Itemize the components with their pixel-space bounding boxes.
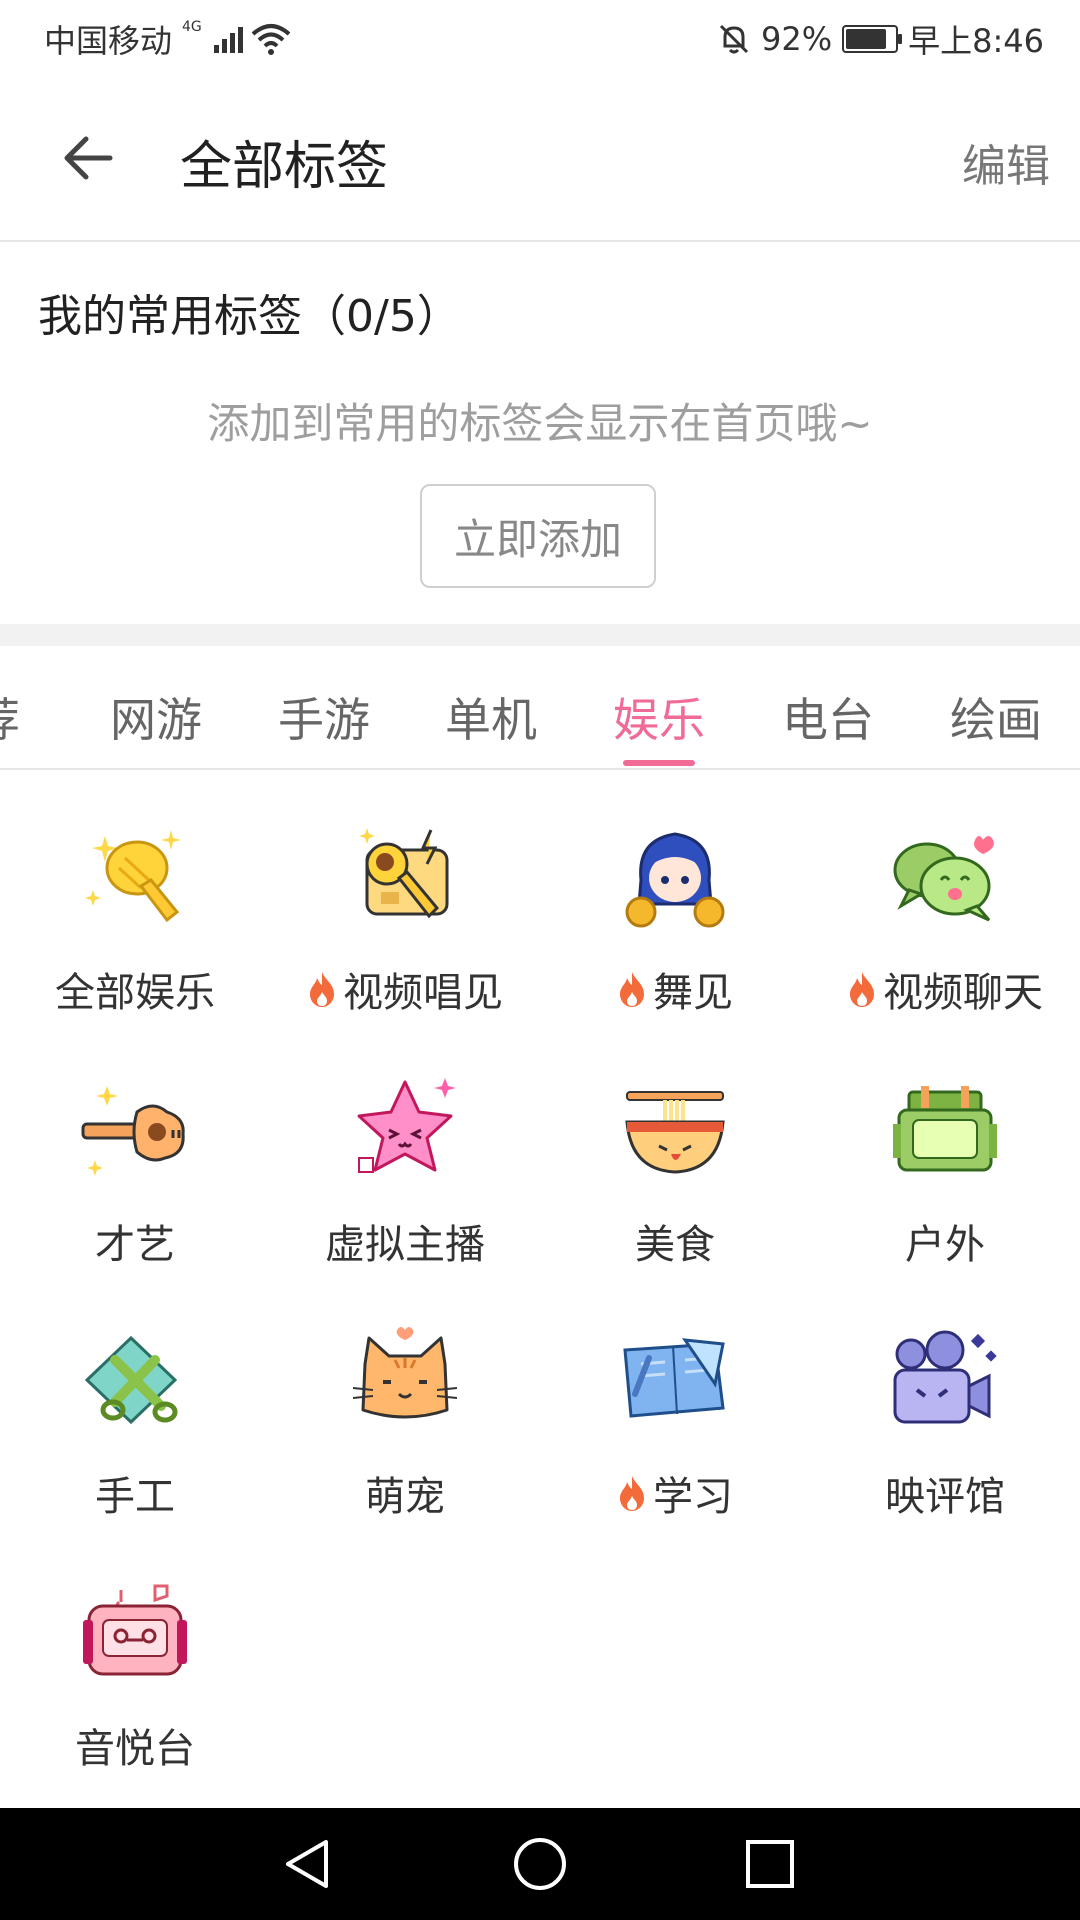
tag-talent[interactable]: 才艺 <box>0 1022 270 1274</box>
section-divider <box>0 624 1080 646</box>
tab-radio[interactable]: 电台 <box>782 684 874 750</box>
microphone-screen-icon <box>359 828 449 919</box>
tag-label: 映评馆 <box>885 1474 1005 1520</box>
fire-hot-icon <box>620 1476 644 1511</box>
wifi-icon <box>251 24 291 55</box>
cat-icon <box>352 1327 458 1419</box>
tag-label: 视频聊天 <box>810 960 1080 1018</box>
tag-food[interactable]: 美食 <box>540 1022 810 1274</box>
tag-label: 手工 <box>95 1474 175 1520</box>
tag-study[interactable]: 学习 <box>540 1274 810 1526</box>
status-left: 中国移动 4G <box>44 16 291 62</box>
scissors-icon <box>84 1335 178 1425</box>
battery-icon <box>842 25 903 53</box>
tag-label: 学习 <box>540 1464 810 1522</box>
tab-single-player[interactable]: 单机 <box>445 684 537 750</box>
dancer-girl-icon <box>625 832 725 928</box>
back-button[interactable] <box>48 118 128 198</box>
active-tab-indicator <box>623 760 695 766</box>
radio-icon <box>83 1584 187 1676</box>
circle-home-icon[interactable] <box>510 1834 570 1894</box>
tag-pets[interactable]: 萌宠 <box>270 1274 540 1526</box>
tag-outdoor[interactable]: 户外 <box>810 1022 1080 1274</box>
arrow-left-icon <box>64 136 113 180</box>
fire-hot-icon <box>620 972 644 1007</box>
tag-all-entertainment[interactable]: 全部娱乐 <box>0 770 270 1022</box>
network-type: 4G <box>182 19 202 35</box>
status-right: 92% 早上8:46 <box>717 16 1044 62</box>
battery-percent: 92% <box>761 20 833 58</box>
carrier-name: 中国移动 <box>44 22 173 60</box>
common-tags-section: 我的常用标签（0/5） 添加到常用的标签会显示在首页哦~ 立即添加 <box>0 242 1080 624</box>
tag-film-review[interactable]: 映评馆 <box>810 1274 1080 1526</box>
fire-hot-icon <box>310 972 334 1007</box>
tag-label: 视频唱见 <box>270 960 540 1018</box>
square-recent-icon[interactable] <box>740 1834 800 1894</box>
tab-recommend[interactable]: 荐 <box>0 684 20 750</box>
signal-icon <box>213 25 243 53</box>
system-nav-bar <box>0 1808 1080 1920</box>
mute-bell-icon <box>719 24 749 54</box>
page-title: 全部标签 <box>180 137 389 197</box>
tag-label: 虚拟主播 <box>325 1222 485 1268</box>
tag-label: 才艺 <box>95 1222 175 1268</box>
add-now-button[interactable]: 立即添加 <box>420 484 656 588</box>
edit-button[interactable]: 编辑 <box>962 130 1050 194</box>
tag-label: 美食 <box>635 1222 715 1268</box>
common-tags-hint: 添加到常用的标签会显示在首页哦~ <box>207 399 873 448</box>
tab-drawing[interactable]: 绘画 <box>950 684 1042 750</box>
chat-bubbles-icon <box>893 836 994 922</box>
status-bar: 中国移动 4G 92% 早上8:46 <box>0 0 1080 74</box>
tag-virtual-streamer[interactable]: 虚拟主播 <box>270 1022 540 1274</box>
tab-entertainment[interactable]: 娱乐 <box>613 684 705 750</box>
title-bar: 全部标签 编辑 <box>0 74 1080 242</box>
pink-star-icon <box>357 1078 456 1173</box>
noodle-bowl-icon <box>625 1091 725 1174</box>
tag-video-singing[interactable]: 视频唱见 <box>270 770 540 1022</box>
guitar-icon <box>81 1086 185 1176</box>
tag-label: 全部娱乐 <box>55 970 215 1016</box>
common-tags-title: 我的常用标签（0/5） <box>38 291 461 342</box>
tag-dance[interactable]: 舞见 <box>540 770 810 1022</box>
tab-online-games[interactable]: 网游 <box>110 684 202 750</box>
tab-mobile-games[interactable]: 手游 <box>278 684 370 750</box>
tag-video-chat[interactable]: 视频聊天 <box>810 770 1080 1022</box>
film-camera-icon <box>893 1330 997 1424</box>
tag-label: 舞见 <box>540 960 810 1018</box>
tag-music-station[interactable]: 音悦台 <box>0 1526 270 1778</box>
status-time: 早上8:46 <box>908 22 1044 60</box>
microphone-icon <box>85 830 181 923</box>
category-tabs: 荐 网游 手游 单机 娱乐 电台 绘画 <box>0 646 1080 770</box>
tag-label: 萌宠 <box>365 1474 445 1520</box>
tag-label: 音悦台 <box>75 1726 195 1772</box>
triangle-back-icon[interactable] <box>278 1834 338 1894</box>
backpack-icon <box>893 1086 997 1172</box>
tag-handcraft[interactable]: 手工 <box>0 1274 270 1526</box>
tag-label: 户外 <box>905 1222 985 1268</box>
ruler-notebook-icon <box>623 1338 725 1418</box>
fire-hot-icon <box>850 972 874 1007</box>
